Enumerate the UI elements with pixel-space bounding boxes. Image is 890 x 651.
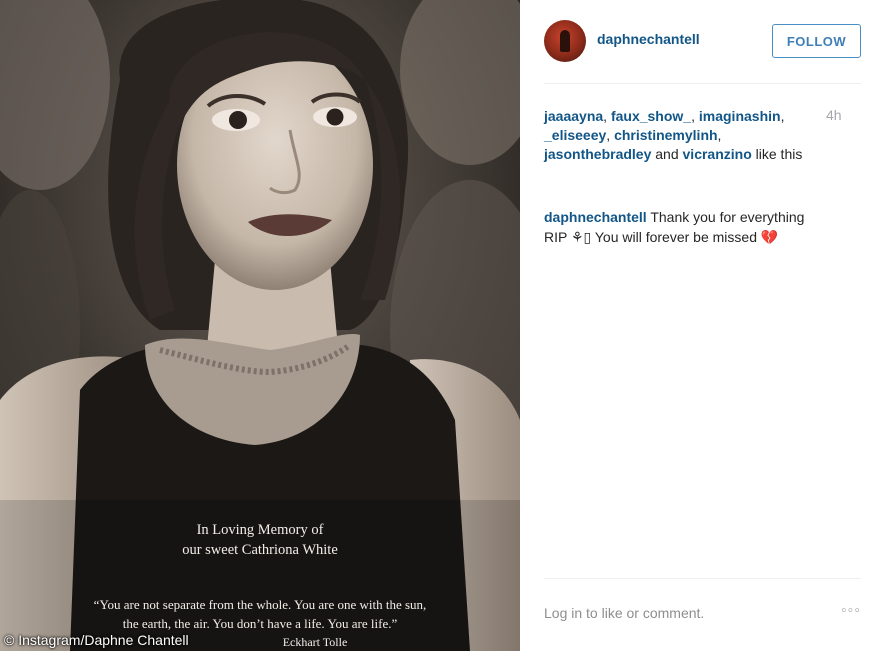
divider (544, 578, 861, 579)
liker-link[interactable]: jasonthebradley (544, 146, 651, 162)
follow-button[interactable]: FOLLOW (772, 24, 861, 58)
likes-summary: jaaaayna, faux_show_, imaginashin, _elis… (544, 108, 803, 162)
divider (544, 83, 861, 84)
avatar-figure (560, 30, 570, 52)
username-link[interactable]: daphnechantell (597, 31, 700, 47)
login-to-comment-link[interactable]: Log in to like or comment. (544, 605, 704, 621)
post-header: daphnechantell FOLLOW (544, 18, 861, 66)
comment-author-link[interactable]: daphnechantell (544, 209, 647, 225)
memorial-line: our sweet Cathriona White (182, 542, 338, 558)
comment-text: Thank you for everything (650, 209, 805, 225)
liker-link[interactable]: christinemylinh (614, 127, 717, 143)
quote-line: “You are not separate from the whole. Yo… (93, 597, 427, 612)
memorial-line: In Loving Memory of (196, 522, 324, 538)
post-timestamp[interactable]: 4h (826, 107, 842, 123)
liker-link[interactable]: faux_show_ (611, 108, 691, 124)
memorial-title: In Loving Memory of our sweet Cathriona … (0, 520, 520, 560)
quote-line: the earth, the air. You don’t have a lif… (122, 616, 398, 631)
comment-text: RIP ⚘▯ You will forever be missed 💔 (544, 229, 779, 245)
liker-link[interactable]: imaginashin (699, 108, 781, 124)
likes-conjunction: and (655, 146, 679, 162)
photo-credit: © Instagram/Daphne Chantell (4, 632, 189, 648)
liker-link[interactable]: jaaaayna (544, 108, 603, 124)
avatar[interactable] (544, 20, 586, 62)
post-footer: Log in to like or comment. ◦◦◦ (544, 602, 861, 625)
post-photo: In Loving Memory of our sweet Cathriona … (0, 0, 520, 651)
liker-link[interactable]: _eliseeey (544, 127, 606, 143)
liker-link[interactable]: vicranzino (683, 146, 752, 162)
more-options-icon[interactable]: ◦◦◦ (841, 602, 861, 620)
post-sidebar: daphnechantell FOLLOW jaaaayna, faux_sho… (530, 0, 875, 651)
likes-suffix: like this (755, 146, 803, 162)
caption-comment: daphnechantell Thank you for everything … (544, 207, 861, 247)
